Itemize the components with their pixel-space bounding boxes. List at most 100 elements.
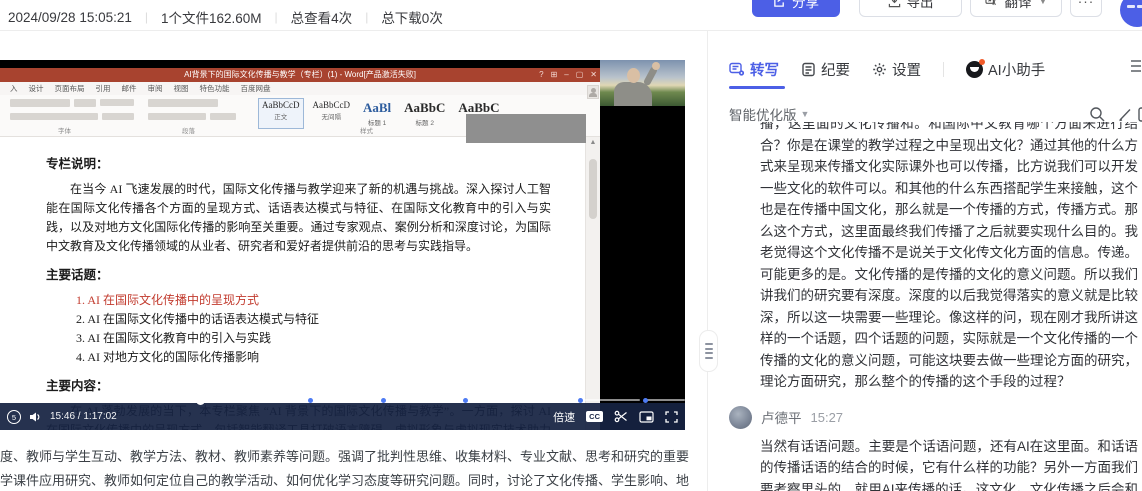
recording-datetime: 2024/09/28 15:05:21 [8, 10, 132, 25]
collapse-panel-icon[interactable] [1130, 58, 1142, 79]
playback-progress-bar[interactable] [0, 395, 685, 403]
progress-segment [204, 399, 443, 401]
ribbon-tab: 入 [10, 83, 18, 94]
video-player[interactable]: AI背景下的国际文化传播与教学（专栏）(1) - Word[产品激活失败] ? … [0, 60, 685, 430]
word-title: AI背景下的国际文化传播与教学（专栏）(1) - Word[产品激活失败] [184, 70, 416, 79]
word-account-avatar [587, 85, 599, 99]
tab-settings-label: 设置 [892, 59, 921, 80]
version-label: 智能优化版 [729, 104, 797, 124]
player-control-bar: 5 15:46 / 1:17:02 倍速 CC [0, 403, 685, 430]
presenter-webcam-thumbnail [600, 60, 685, 106]
chapter-marker-dot[interactable] [381, 398, 386, 403]
word-ribbon: 字体 段落 样式 AaBbCcD 正文 AaBbCcD 无间隔 AaBl 标题 [0, 95, 600, 137]
chapter-marker-dot[interactable] [308, 398, 313, 403]
style-no-spacing[interactable]: AaBbCcD 无间隔 [309, 98, 355, 129]
share-icon [773, 0, 786, 8]
style-heading2[interactable]: AaBbC 标题 2 [400, 98, 449, 129]
transcript-version-dropdown[interactable]: 智能优化版 ▼ [729, 104, 809, 124]
font-name-box [10, 99, 70, 107]
paragraph-align-buttons [148, 113, 206, 120]
scroll-up-arrow[interactable]: ▲ [586, 139, 600, 146]
view-count: 总查看4次 [291, 7, 353, 27]
chevron-down-icon: ▼ [1039, 0, 1048, 6]
word-ribbon-tabs: 入 设计 页面布局 引用 邮件 审阅 视图 特色功能 百度网盘 [0, 82, 600, 95]
group-label-paragraph: 段落 [182, 125, 195, 135]
top-header: 2024/09/28 15:05:21 | 1个文件162.60M | 总查看4… [0, 0, 1142, 31]
playhead-handle[interactable] [196, 396, 205, 405]
font-format-buttons [10, 113, 98, 120]
tab-settings[interactable]: 设置 [872, 59, 921, 80]
speaker-timestamp[interactable]: 15:27 [811, 410, 844, 425]
style-normal[interactable]: AaBbCcD 正文 [258, 98, 304, 129]
ai-summary-line-2: 学课件应用研究、教师如何定位自己的教学活动、如何优化学习态度等研究问题。同时，讨… [0, 470, 707, 489]
ribbon-toggle-icon: ⊞ [551, 68, 558, 82]
transcript-paragraph[interactable]: 播，这里面的文化传播和。和国际中文教育哪个方面来进行结合？你是在课堂的教学过程之… [760, 122, 1138, 393]
active-tab-underline [729, 86, 785, 89]
volume-icon[interactable] [29, 411, 42, 423]
ribbon-tab: 引用 [96, 83, 111, 94]
rewind-5s-button[interactable]: 5 [7, 410, 21, 424]
transcript-paragraph[interactable]: 当然有话语问题。主要是个话语问题，还有AI在这里面。和话语的传播话语的结合的时候… [760, 436, 1138, 491]
presenter-body [614, 82, 652, 106]
word-window-controls: ? ⊞ – ▢ ✕ [539, 68, 597, 82]
doc-heading-topics: 主要话题： [46, 266, 551, 285]
recording-meta: 2024/09/28 15:05:21 | 1个文件162.60M | 总查看4… [8, 7, 443, 27]
speaker-name: 卢德平 [761, 407, 802, 427]
divider: | [275, 10, 278, 24]
picture-in-picture-button[interactable] [639, 411, 654, 423]
doc-heading-column-note: 专栏说明： [46, 155, 551, 174]
panel-resize-handle[interactable] [699, 330, 718, 372]
subtitles-cc-button[interactable]: CC [586, 411, 603, 422]
restore-icon: ▢ [576, 68, 584, 82]
badge-glyph [1127, 5, 1135, 8]
translate-button[interactable]: 翻译 ▼ [970, 0, 1062, 17]
chapter-marker-dot[interactable] [463, 398, 468, 403]
fullscreen-button[interactable] [665, 411, 678, 423]
ribbon-tab: 设计 [29, 83, 44, 94]
ai-assistant-icon [966, 61, 983, 78]
ribbon-tab: 百度网盘 [241, 83, 271, 94]
panel-tabs: 转写 纪要 设置 AI小助手 [729, 59, 1045, 79]
minutes-doc-icon [801, 62, 816, 77]
word-document: 专栏说明： 在当今 AI 飞速发展的时代，国际文化传播与教学迎来了新的机遇与挑战… [0, 137, 586, 430]
style-heading1[interactable]: AaBl 标题 1 [359, 98, 395, 129]
word-window-video-frame: AI背景下的国际文化传播与教学（专栏）(1) - Word[产品激活失败] ? … [0, 68, 600, 430]
chapter-marker-dot[interactable] [643, 398, 648, 403]
tab-ai-assistant[interactable]: AI小助手 [966, 59, 1045, 80]
gear-icon [872, 62, 887, 77]
divider: | [145, 10, 148, 24]
translate-icon [985, 0, 999, 8]
word-scrollbar[interactable]: ▲ [585, 137, 600, 430]
export-icon [888, 0, 901, 8]
tab-minutes[interactable]: 纪要 [801, 59, 850, 80]
progress-segment [646, 399, 685, 401]
doc-topic-2: 2. AI 在国际文化传播中的话语表达模式与特征 [46, 310, 551, 329]
playback-speed-button[interactable]: 倍速 [553, 409, 575, 425]
recording-playback-page: 2024/09/28 15:05:21 | 1个文件162.60M | 总查看4… [0, 0, 1142, 491]
notification-dot [979, 59, 985, 65]
ribbon-tab: 特色功能 [200, 83, 230, 94]
tab-ai-assistant-label: AI小助手 [988, 59, 1045, 80]
transcript-body[interactable]: 播，这里面的文化传播和。和国际中文教育哪个方面来进行结合？你是在课堂的教学过程之… [708, 122, 1142, 491]
doc-heading-content: 主要内容： [46, 377, 551, 396]
progress-segment [528, 399, 576, 401]
share-label: 分享 [792, 0, 819, 11]
minimize-icon: – [564, 68, 568, 82]
export-button[interactable]: 导出 [859, 0, 962, 17]
more-actions-button[interactable]: ··· [1070, 0, 1102, 17]
ai-summary-line-1: 度、教师与学生互动、教学方法、教材、教师素养等问题。强调了批判性思维、收集材料、… [0, 446, 707, 465]
ribbon-tab: 视图 [174, 83, 189, 94]
paragraph-list-buttons [148, 99, 218, 107]
share-button[interactable]: 分享 [752, 0, 840, 17]
doc-topic-1: 1. AI 在国际文化传播中的呈现方式 [46, 291, 551, 310]
chapter-marker-dot[interactable] [578, 398, 583, 403]
clip-scissors-button[interactable] [614, 410, 628, 423]
tab-transcript[interactable]: 转写 [729, 59, 779, 80]
scroll-thumb[interactable] [589, 159, 597, 219]
chevron-down-icon: ▼ [801, 109, 810, 119]
time-display: 15:46 / 1:17:02 [50, 411, 117, 422]
group-label-font: 字体 [58, 125, 71, 135]
progress-segment [449, 399, 522, 401]
speaker-row: 卢德平 15:27 [729, 406, 1142, 429]
shading-border-buttons [210, 113, 236, 120]
